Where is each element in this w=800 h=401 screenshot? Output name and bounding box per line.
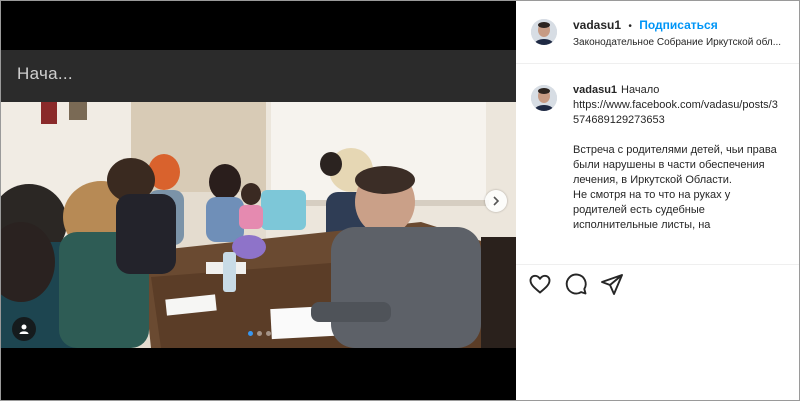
follow-button[interactable]: Подписаться [639,18,717,32]
meeting-scene-image [1,102,516,348]
caption-paragraph-2: Не смотря на то что на руках у родителей… [573,189,731,231]
user-tag-icon [19,324,29,334]
post-dialog: Нача... vadasu1 • Подписаться Законодате… [0,0,800,401]
share-icon[interactable] [600,272,624,296]
comment-icon[interactable] [564,272,588,296]
profile-photo [531,19,557,45]
caption-username[interactable]: vadasu1 [573,84,617,96]
comments-section[interactable]: vadasu1 Начало https://www.facebook.com/v… [516,64,799,264]
profile-photo [531,85,557,111]
caption-paragraph-1: Встреча с родителями детей, чьи права бы… [573,144,777,186]
post-header: vadasu1 • Подписаться Законодательное Со… [516,1,799,64]
header-user-line: vadasu1 • Подписаться [573,18,718,32]
video-title: Нача... [17,64,73,83]
caption-first-word: Начало [621,84,660,96]
username-link[interactable]: vadasu1 [573,18,621,32]
post-sidebar: vadasu1 • Подписаться Законодательное Со… [516,1,799,400]
next-slide-button[interactable] [485,190,507,212]
heart-icon[interactable] [528,272,552,296]
divider [516,264,799,265]
video-title-bar: Нача... [1,50,516,102]
post-caption: vadasu1 Начало https://www.facebook.com/v… [573,83,779,233]
carousel-indicator [248,331,271,336]
caption-link[interactable]: https://www.facebook.com/vadasu/posts/35… [573,99,778,126]
video-player[interactable]: Нача... [1,1,516,400]
carousel-dot-active [248,331,253,336]
action-bar [528,272,624,296]
video-frame[interactable] [1,102,516,348]
carousel-dot [266,331,271,336]
avatar[interactable] [531,85,557,111]
carousel-dot [257,331,262,336]
separator-dot: • [628,21,632,32]
tagged-users-button[interactable] [12,317,36,341]
avatar[interactable] [531,19,557,45]
location-link[interactable]: Законодательное Собрание Иркутской обл..… [573,37,795,48]
chevron-right-icon [493,196,500,206]
